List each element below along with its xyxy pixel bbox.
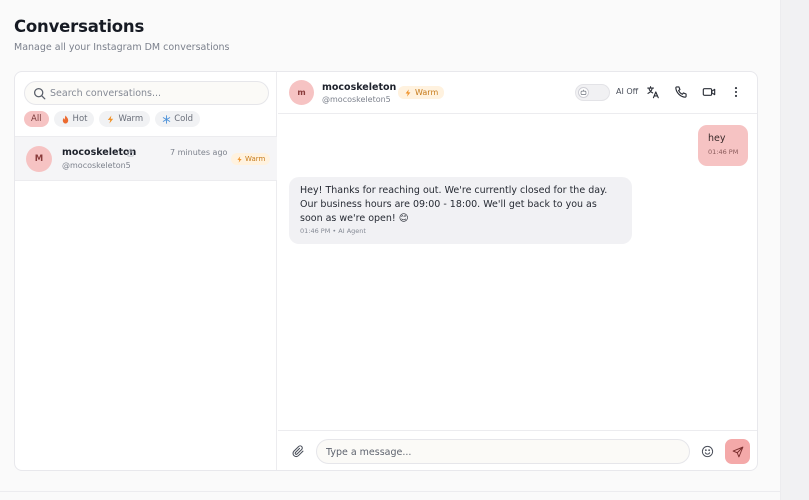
conversation-time: 7 minutes ago [170, 148, 228, 157]
message-timestamp: 01:46 PM [708, 148, 739, 156]
conversation-list-panel: All Hot Warm Cold M mocoskeleton [15, 72, 277, 470]
paperclip-icon[interactable] [292, 445, 305, 458]
filter-all-label: All [31, 114, 42, 124]
avatar: M [26, 146, 52, 172]
bolt-icon [108, 114, 114, 124]
filter-chips: All Hot Warm Cold [24, 111, 201, 127]
message-text: hey [708, 133, 726, 144]
lock-icon [127, 148, 134, 157]
status-badge: Warm [231, 153, 271, 165]
chat-header: m mocoskeleton @mocoskeleton5 Warm AI Of… [278, 72, 757, 114]
send-icon [732, 446, 743, 457]
status-badge-label: Warm [245, 155, 266, 163]
conversation-item[interactable]: M mocoskeleton @mocoskeleton5 7 minutes … [15, 136, 277, 181]
message-timestamp: 01:46 PM • AI Agent [300, 227, 366, 235]
bot-icon [580, 89, 587, 95]
page: Conversations Manage all your Instagram … [0, 0, 780, 500]
conversations-card: All Hot Warm Cold M mocoskeleton [14, 71, 758, 471]
page-title: Conversations [14, 17, 145, 36]
filter-hot-label: Hot [72, 114, 88, 124]
filter-all[interactable]: All [24, 111, 49, 127]
bolt-icon [405, 88, 411, 97]
right-strip [780, 0, 809, 500]
filter-cold[interactable]: Cold [155, 111, 201, 127]
bolt-icon [237, 155, 242, 163]
flame-icon [62, 114, 68, 124]
search-icon [33, 87, 46, 100]
message-composer [278, 430, 757, 470]
chat-contact-handle: @mocoskeleton5 [322, 95, 391, 104]
ai-toggle-knob [578, 87, 589, 98]
page-subtitle: Manage all your Instagram DM conversatio… [14, 42, 230, 53]
filter-hot[interactable]: Hot [53, 111, 95, 127]
more-vertical-icon[interactable] [729, 85, 743, 99]
chat-contact-name: mocoskeleton [322, 82, 397, 93]
video-icon[interactable] [702, 85, 716, 99]
chat-status-badge: Warm [398, 86, 445, 99]
search-input[interactable] [50, 85, 260, 102]
phone-icon[interactable] [674, 85, 688, 99]
translate-icon[interactable] [646, 85, 660, 99]
conversation-handle: @mocoskeleton5 [62, 161, 131, 170]
send-button[interactable] [725, 439, 750, 464]
ai-status-label: AI Off [616, 87, 639, 96]
message-outgoing: hey 01:46 PM [698, 125, 748, 166]
message-thread: hey 01:46 PM Hey! Thanks for reaching ou… [278, 115, 757, 430]
message-incoming: Hey! Thanks for reaching out. We're curr… [289, 177, 632, 244]
filter-warm-label: Warm [118, 114, 144, 124]
chat-status-label: Warm [415, 88, 439, 97]
message-input-box[interactable] [316, 439, 690, 464]
emoji-icon[interactable] [701, 445, 714, 458]
message-text: Hey! Thanks for reaching out. We're curr… [300, 185, 608, 224]
snowflake-icon [162, 114, 171, 124]
message-input[interactable] [326, 444, 676, 460]
filter-cold-label: Cold [174, 114, 194, 124]
chat-avatar: m [289, 80, 314, 105]
ai-toggle[interactable] [575, 84, 610, 101]
divider [0, 491, 780, 492]
search-box[interactable] [24, 81, 269, 105]
filter-warm[interactable]: Warm [99, 111, 151, 127]
